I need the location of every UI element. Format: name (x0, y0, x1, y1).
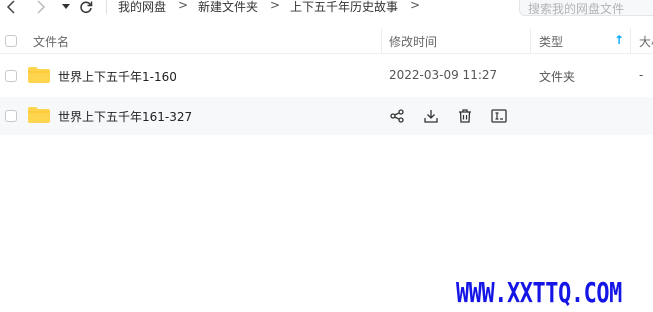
column-divider[interactable] (530, 28, 531, 54)
table-row[interactable]: 世界上下五千年1-160 2022-03-09 11:27 文件夹 - (0, 57, 653, 95)
share-button[interactable] (389, 108, 405, 124)
back-button[interactable] (3, 0, 19, 15)
top-toolbar: 我的网盘 > 新建文件夹 > 上下五千年历史故事 > 搜索我的网盘文件 (0, 0, 653, 19)
breadcrumb-new-folder[interactable]: 新建文件夹 (198, 0, 258, 15)
breadcrumb-current-folder[interactable]: 上下五千年历史故事 (290, 0, 398, 15)
header-type[interactable]: 类型 (539, 33, 563, 50)
search-input[interactable]: 搜索我的网盘文件 (519, 0, 653, 16)
toolbar-divider (106, 0, 107, 14)
file-name[interactable]: 世界上下五千年161-327 (58, 108, 192, 125)
header-filename[interactable]: 文件名 (33, 33, 69, 50)
row-checkbox[interactable] (5, 110, 17, 122)
breadcrumb-separator: > (270, 0, 281, 12)
delete-button[interactable] (457, 108, 473, 124)
rename-icon (491, 109, 507, 123)
select-all-checkbox[interactable] (5, 35, 17, 47)
header-size[interactable]: 大小 (639, 33, 653, 50)
caret-down-icon (62, 4, 70, 9)
file-type: 文件夹 (539, 70, 576, 84)
watermark-text: WWW.XXTTQ.COM (456, 276, 622, 309)
breadcrumb-my-drive[interactable]: 我的网盘 (118, 0, 166, 15)
file-name[interactable]: 世界上下五千年1-160 (58, 68, 177, 85)
row-checkbox[interactable] (5, 70, 17, 82)
download-button[interactable] (423, 108, 439, 124)
table-row[interactable]: 世界上下五千年161-327 (0, 97, 653, 135)
file-size: - (639, 68, 644, 82)
delete-icon (459, 109, 471, 123)
column-divider[interactable] (381, 28, 382, 54)
download-icon (424, 110, 438, 123)
forward-button[interactable] (33, 0, 49, 15)
rename-button[interactable] (491, 108, 507, 124)
refresh-button[interactable] (78, 0, 94, 15)
chevron-right-icon (37, 0, 46, 14)
share-icon (390, 109, 404, 123)
sort-ascending-icon[interactable]: ↑ (614, 33, 624, 47)
modified-time: 2022-03-09 11:27 (389, 68, 498, 82)
folder-icon (28, 107, 50, 123)
column-divider[interactable] (630, 28, 631, 54)
table-header: 文件名 修改时间 类型 ↑ 大小 (0, 28, 653, 54)
folder-icon (28, 67, 50, 83)
history-dropdown-button[interactable] (58, 0, 74, 15)
breadcrumb-separator: > (410, 0, 421, 12)
chevron-left-icon (6, 0, 15, 14)
refresh-icon (80, 1, 93, 14)
breadcrumb-separator: > (178, 0, 189, 12)
header-modified-time[interactable]: 修改时间 (389, 33, 437, 50)
